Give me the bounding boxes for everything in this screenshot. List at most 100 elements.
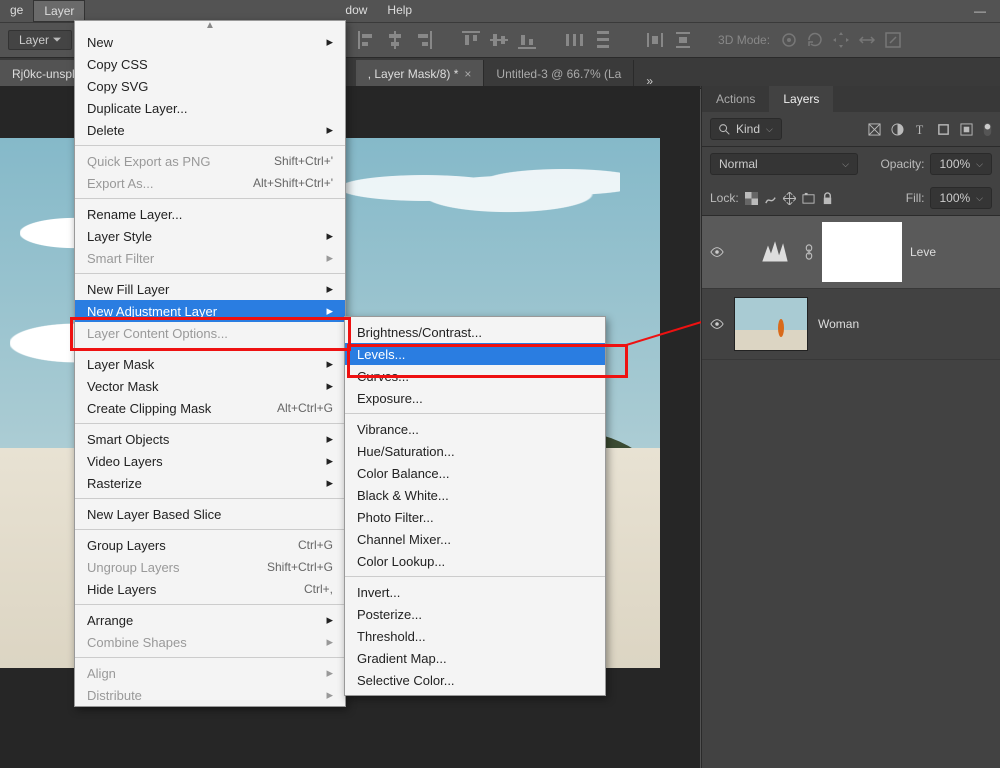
submenu-item-hue-saturation[interactable]: Hue/Saturation... — [345, 440, 605, 462]
align-top-icon[interactable] — [462, 31, 480, 49]
menu-image[interactable]: ge — [0, 0, 33, 22]
menu-item-label: Align — [87, 666, 116, 681]
menu-item-layer-mask[interactable]: Layer Mask▸ — [75, 353, 345, 375]
menu-window[interactable]: dow — [335, 0, 377, 22]
menu-item-video-layers[interactable]: Video Layers▸ — [75, 450, 345, 472]
menu-item-copy-css[interactable]: Copy CSS — [75, 53, 345, 75]
align-right-icon[interactable] — [414, 31, 432, 49]
align-center-h-icon[interactable] — [386, 31, 404, 49]
orbit-icon[interactable] — [780, 31, 798, 49]
submenu-item-threshold[interactable]: Threshold... — [345, 625, 605, 647]
layer-thumb[interactable] — [734, 297, 808, 351]
filter-pixel-icon[interactable] — [868, 123, 881, 136]
filter-shape-icon[interactable] — [937, 123, 950, 136]
menu-item-duplicate-layer[interactable]: Duplicate Layer... — [75, 97, 345, 119]
filter-smartobject-icon[interactable] — [960, 123, 973, 136]
submenu-item-invert[interactable]: Invert... — [345, 581, 605, 603]
menu-item-delete[interactable]: Delete▸ — [75, 119, 345, 141]
close-icon[interactable]: × — [464, 67, 471, 81]
link-icon[interactable] — [804, 244, 814, 260]
menu-item-label: New Fill Layer — [87, 282, 169, 297]
menu-help[interactable]: Help — [377, 0, 422, 22]
menu-item-smart-objects[interactable]: Smart Objects▸ — [75, 428, 345, 450]
mode-3d-label: 3D Mode: — [718, 33, 770, 47]
blend-mode-dropdown[interactable]: Normal ⌵ — [710, 153, 858, 175]
menu-item-layer-style[interactable]: Layer Style▸ — [75, 225, 345, 247]
distribute-v-icon[interactable] — [594, 31, 612, 49]
lock-transparency-icon[interactable] — [745, 192, 758, 205]
layer-row-levels[interactable]: Leve — [702, 216, 1000, 289]
eye-icon[interactable] — [710, 317, 724, 331]
menu-item-label: Copy SVG — [87, 79, 148, 94]
menu-item-new-layer-based-slice[interactable]: New Layer Based Slice — [75, 503, 345, 525]
menu-item-hide-layers[interactable]: Hide LayersCtrl+, — [75, 578, 345, 600]
submenu-arrow-icon: ▸ — [326, 228, 333, 244]
menu-item-arrange[interactable]: Arrange▸ — [75, 609, 345, 631]
chevron-down-icon — [53, 36, 61, 44]
fill-field[interactable]: 100% ⌵ — [930, 187, 992, 209]
submenu-item-selective-color[interactable]: Selective Color... — [345, 669, 605, 691]
lock-position-icon[interactable] — [783, 192, 796, 205]
eye-icon[interactable] — [710, 245, 724, 259]
menu-item-shortcut: Ctrl+G — [298, 538, 333, 552]
layer-name[interactable]: Woman — [818, 317, 859, 331]
distribute-spacing-h-icon[interactable] — [646, 31, 664, 49]
menu-item-create-clipping-mask[interactable]: Create Clipping MaskAlt+Ctrl+G — [75, 397, 345, 419]
opacity-value: 100% — [939, 157, 970, 171]
submenu-item-gradient-map[interactable]: Gradient Map... — [345, 647, 605, 669]
menu-item-label: Hide Layers — [87, 582, 156, 597]
mode-3d-icons — [780, 31, 902, 49]
opacity-field[interactable]: 100% ⌵ — [930, 153, 992, 175]
submenu-item-channel-mixer[interactable]: Channel Mixer... — [345, 528, 605, 550]
filter-adjustment-icon[interactable] — [891, 123, 904, 136]
submenu-item-color-balance[interactable]: Color Balance... — [345, 462, 605, 484]
align-bottom-icon[interactable] — [518, 31, 536, 49]
layer-preset-dropdown[interactable]: Layer — [8, 30, 72, 50]
document-tab-3-label: Untitled-3 @ 66.7% (La — [496, 67, 621, 81]
menu-item-new[interactable]: New▸ — [75, 31, 345, 53]
tab-actions[interactable]: Actions — [702, 86, 769, 112]
document-tab-3[interactable]: Untitled-3 @ 66.7% (La — [484, 60, 634, 88]
submenu-item-color-lookup[interactable]: Color Lookup... — [345, 550, 605, 572]
menu-item-rename-layer[interactable]: Rename Layer... — [75, 203, 345, 225]
document-tab-2[interactable]: , Layer Mask/8) * × — [356, 60, 485, 88]
scale-icon[interactable] — [884, 31, 902, 49]
layer-mask-thumb[interactable] — [824, 224, 900, 280]
submenu-item-exposure[interactable]: Exposure... — [345, 387, 605, 409]
distribute-spacing-v-icon[interactable] — [674, 31, 692, 49]
lock-artboard-icon[interactable] — [802, 192, 815, 205]
submenu-item-posterize[interactable]: Posterize... — [345, 603, 605, 625]
layer-row-woman[interactable]: Woman — [702, 289, 1000, 360]
submenu-item-vibrance[interactable]: Vibrance... — [345, 418, 605, 440]
submenu-item-label: Vibrance... — [357, 422, 419, 437]
photo-cloud — [340, 158, 620, 218]
layers-filter-row: Kind ⌵ T — [702, 112, 1000, 146]
submenu-item-black-white[interactable]: Black & White... — [345, 484, 605, 506]
slide-icon[interactable] — [858, 31, 876, 49]
lock-image-icon[interactable] — [764, 192, 777, 205]
menu-item-rasterize[interactable]: Rasterize▸ — [75, 472, 345, 494]
submenu-item-photo-filter[interactable]: Photo Filter... — [345, 506, 605, 528]
menu-item-group-layers[interactable]: Group LayersCtrl+G — [75, 534, 345, 556]
filter-kind-dropdown[interactable]: Kind ⌵ — [710, 118, 782, 140]
window-minimize-button[interactable]: — — [960, 0, 1000, 22]
search-icon — [719, 124, 730, 135]
pan-icon[interactable] — [832, 31, 850, 49]
menu-item-new-fill-layer[interactable]: New Fill Layer▸ — [75, 278, 345, 300]
submenu-item-brightness-contrast[interactable]: Brightness/Contrast... — [345, 321, 605, 343]
distribute-h-icon[interactable] — [566, 31, 584, 49]
align-left-icon[interactable] — [358, 31, 376, 49]
filter-type-icon[interactable]: T — [914, 123, 927, 136]
tab-layers[interactable]: Layers — [769, 86, 833, 112]
lock-all-icon[interactable] — [821, 192, 834, 205]
layer-name[interactable]: Leve — [910, 245, 936, 259]
submenu-item-label: Posterize... — [357, 607, 422, 622]
align-center-v-icon[interactable] — [490, 31, 508, 49]
menu-item-copy-svg[interactable]: Copy SVG — [75, 75, 345, 97]
roll-icon[interactable] — [806, 31, 824, 49]
submenu-arrow-icon: ▸ — [326, 687, 333, 703]
menu-item-vector-mask[interactable]: Vector Mask▸ — [75, 375, 345, 397]
filter-toggle-icon[interactable] — [983, 123, 992, 136]
fill-label: Fill: — [906, 191, 925, 205]
menu-layer[interactable]: Layer — [33, 0, 85, 22]
